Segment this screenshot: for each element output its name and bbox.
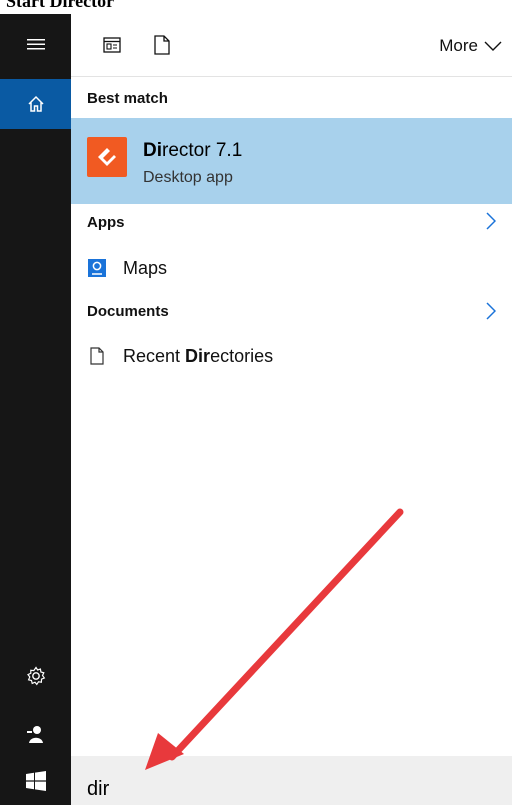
best-match-app-name: Director 7.1 <box>143 140 243 161</box>
results-toolbar: More <box>71 14 512 77</box>
user-account-button[interactable] <box>0 711 71 759</box>
documents-header[interactable]: Documents <box>87 303 169 320</box>
search-results-panel: More Best match Director 7.1 Desktop app… <box>71 14 512 805</box>
documents-list-item[interactable]: Recent Directories <box>87 343 273 369</box>
settings-button[interactable] <box>0 652 71 700</box>
search-box[interactable]: dir <box>71 756 512 805</box>
more-filters-button[interactable]: More <box>439 36 502 56</box>
documents-expand-button[interactable] <box>486 302 497 325</box>
hamburger-icon <box>26 39 45 50</box>
best-match-result[interactable]: Director 7.1 Desktop app <box>71 118 512 204</box>
apps-header[interactable]: Apps <box>87 214 125 231</box>
document-icon <box>154 35 170 55</box>
apps-list-item-maps[interactable]: Maps <box>87 255 167 281</box>
app-window-icon <box>103 37 121 53</box>
start-button[interactable] <box>0 757 71 805</box>
caption-strip: Start Director <box>0 0 512 14</box>
user-icon <box>26 726 43 743</box>
gear-icon <box>26 666 45 686</box>
recent-directories-label: Recent Directories <box>123 345 274 366</box>
document-file-icon <box>87 346 107 366</box>
apps-filter-button[interactable] <box>101 34 123 56</box>
start-rail <box>0 14 71 805</box>
search-input[interactable]: dir <box>87 778 109 801</box>
hamburger-menu-button[interactable] <box>0 20 71 68</box>
home-button[interactable] <box>0 79 71 129</box>
documents-filter-button[interactable] <box>151 34 173 56</box>
caption-text: Start Director <box>6 0 115 11</box>
chevron-right-icon <box>486 212 497 230</box>
best-match-app-type: Desktop app <box>143 169 233 186</box>
maps-app-icon <box>87 258 107 278</box>
windows-logo-icon <box>25 771 46 791</box>
more-label: More <box>439 36 478 55</box>
home-icon <box>27 95 44 112</box>
chevron-right-icon <box>486 302 497 320</box>
chevron-down-icon <box>484 41 502 51</box>
apps-expand-button[interactable] <box>486 212 497 235</box>
best-match-header: Best match <box>87 90 168 107</box>
director-app-icon <box>87 137 127 177</box>
maps-label: Maps <box>123 257 168 278</box>
